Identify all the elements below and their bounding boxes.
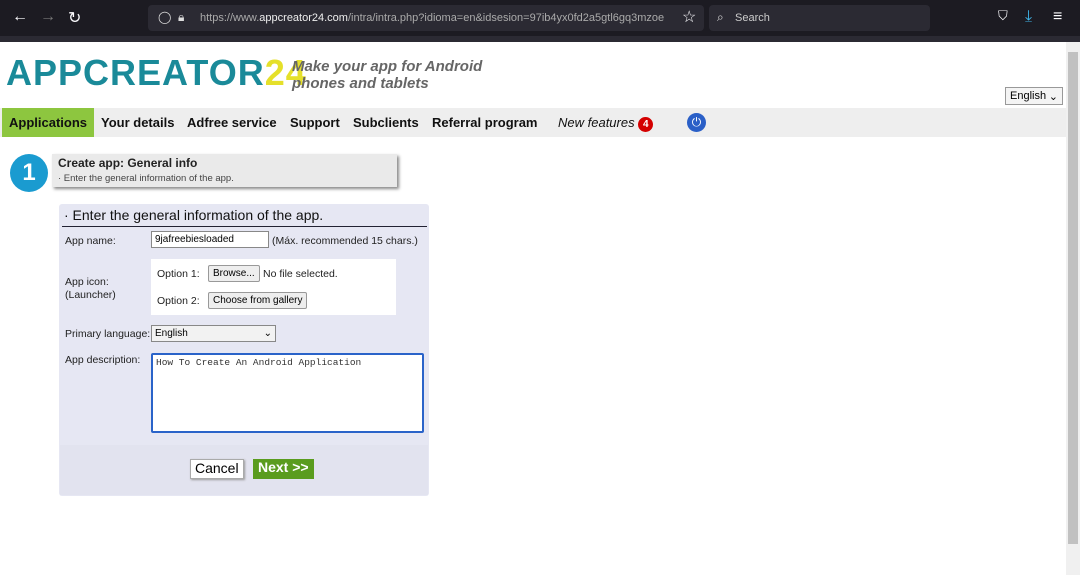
option2-label: Option 2: (157, 295, 200, 307)
option1-label: Option 1: (157, 268, 200, 280)
form-title: · Enter the general information of the a… (62, 207, 427, 227)
search-icon: ⌕ (717, 10, 724, 24)
main-nav: Applications Your details Adfree service… (0, 108, 1066, 137)
nav-support[interactable]: Support (290, 108, 340, 137)
primary-language-select[interactable]: English ⌄ (151, 325, 276, 342)
step-title: Create app: General info (58, 156, 198, 170)
nav-referral-program[interactable]: Referral program (432, 108, 537, 137)
new-features-badge: 4 (638, 117, 654, 132)
bookmark-star-icon[interactable]: ☆ (682, 7, 696, 27)
app-description-label: App description: (65, 354, 141, 366)
app-icon-sublabel: (Launcher) (65, 289, 116, 301)
tagline: Make your app for Android phones and tabl… (292, 58, 483, 92)
logo[interactable]: APPCREATOR24 (6, 52, 307, 94)
language-select[interactable]: English ⌄ (1005, 87, 1063, 105)
back-icon[interactable]: ← (12, 8, 28, 26)
search-input[interactable]: Search (709, 5, 930, 31)
forward-icon[interactable]: → (40, 8, 56, 26)
url-bar[interactable]: https://www.appcreator24.com/intra/intra… (148, 5, 704, 31)
browser-toolbar-divider (0, 36, 1080, 42)
lock-icon[interactable]: 🔒︎ (178, 10, 184, 25)
step-header: Create app: General info · Enter the gene… (52, 154, 397, 187)
pocket-icon[interactable]: ⛉ (998, 8, 1008, 24)
next-button[interactable]: Next >> (253, 459, 314, 479)
reload-icon[interactable]: ↻ (68, 8, 81, 28)
no-file-text: No file selected. (263, 268, 338, 280)
app-description-textarea[interactable]: How To Create An Android Application (151, 353, 424, 433)
url-path: /intra/intra.php?idioma=en&idsesion=97ib… (347, 12, 665, 24)
url-prefix: https://www. (200, 12, 260, 24)
download-icon[interactable]: ⤓ (1025, 8, 1032, 26)
choose-from-gallery-button[interactable]: Choose from gallery (208, 292, 308, 309)
nav-adfree-service[interactable]: Adfree service (187, 108, 277, 137)
nav-applications[interactable]: Applications (2, 108, 95, 137)
form-footer (60, 445, 428, 495)
cancel-button[interactable]: Cancel (190, 459, 244, 479)
step-subtitle: · Enter the general information of the a… (58, 173, 234, 184)
nav-your-details[interactable]: Your details (101, 108, 174, 137)
menu-icon[interactable]: ≡ (1053, 8, 1062, 26)
shield-icon[interactable]: ◯ (158, 10, 171, 24)
power-logout-icon[interactable]: ⏻ (687, 113, 706, 132)
primary-language-label: Primary language: (65, 328, 151, 340)
app-name-input[interactable]: 9jafreebiesloaded (151, 231, 269, 248)
app-name-label: App name: (65, 235, 116, 247)
nav-new-features[interactable]: New features 4 (558, 108, 654, 137)
app-icon-label: App icon: (65, 276, 109, 288)
nav-subclients[interactable]: Subclients (353, 108, 419, 137)
app-name-hint: (Máx. recommended 15 chars.) (272, 235, 418, 247)
step-number: 1 (10, 154, 48, 192)
browse-button[interactable]: Browse... (208, 265, 260, 282)
scrollbar-thumb[interactable] (1068, 52, 1078, 544)
url-domain: appcreator24.com (259, 12, 348, 24)
